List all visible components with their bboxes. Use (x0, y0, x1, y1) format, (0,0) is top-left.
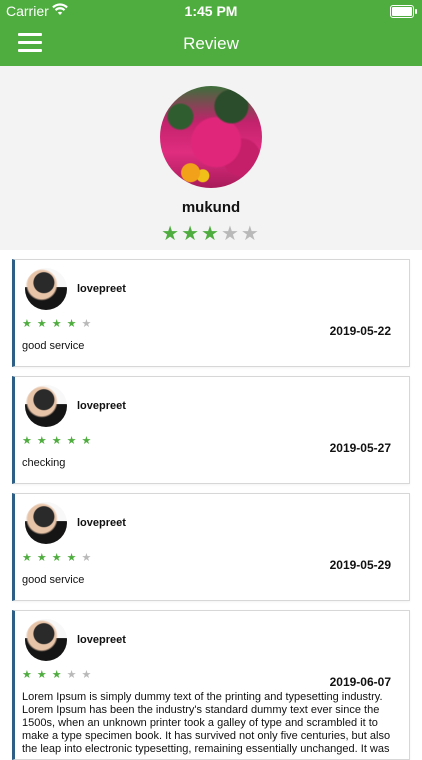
star-filled-icon: ★ (51, 435, 67, 447)
review-card[interactable]: lovepreet ★★★★★ 2019-06-07 Lorem Ipsum is s… (12, 610, 410, 760)
review-card[interactable]: lovepreet ★★★★★ 2019-05-27 checking (12, 376, 410, 484)
battery-icon (390, 5, 417, 18)
review-date: 2019-05-27 (329, 441, 391, 455)
reviewer-name: lovepreet (77, 283, 126, 295)
review-rating: ★★★★★ (22, 668, 96, 681)
app-header: Review (0, 22, 422, 66)
review-comment: good service (22, 340, 85, 352)
star-filled-icon: ★ (51, 318, 67, 330)
star-empty-icon: ★ (220, 223, 241, 245)
review-rating: ★★★★★ (22, 434, 96, 447)
star-empty-icon: ★ (66, 669, 82, 681)
profile-rating: ★★★★★ (0, 221, 422, 246)
reviewer-avatar (25, 619, 67, 661)
reviewer-avatar (25, 502, 67, 544)
star-filled-icon: ★ (51, 552, 67, 564)
star-empty-icon: ★ (81, 552, 97, 564)
star-empty-icon: ★ (240, 223, 261, 245)
star-filled-icon: ★ (66, 435, 82, 447)
star-filled-icon: ★ (51, 669, 67, 681)
review-rating: ★★★★★ (22, 551, 96, 564)
review-card[interactable]: lovepreet ★★★★★ 2019-05-22 good service (12, 259, 410, 367)
star-empty-icon: ★ (81, 318, 97, 330)
review-comment: Lorem Ipsum is simply dummy text of the … (22, 691, 391, 755)
review-date: 2019-06-07 (329, 675, 391, 689)
profile-section: mukund ★★★★★ (0, 66, 422, 250)
star-filled-icon: ★ (36, 552, 52, 564)
star-filled-icon: ★ (66, 552, 82, 564)
reviewer-avatar (25, 268, 67, 310)
star-filled-icon: ★ (36, 669, 52, 681)
status-bar: Carrier 1:45 PM (0, 0, 422, 22)
review-comment: good service (22, 574, 85, 586)
reviewer-avatar (25, 385, 67, 427)
star-filled-icon: ★ (22, 669, 37, 681)
star-filled-icon: ★ (161, 223, 182, 245)
reviewer-name: lovepreet (77, 517, 126, 529)
star-filled-icon: ★ (36, 435, 52, 447)
reviewer-name: lovepreet (77, 634, 126, 646)
star-filled-icon: ★ (22, 318, 37, 330)
star-filled-icon: ★ (22, 435, 37, 447)
profile-photo (160, 86, 262, 188)
star-filled-icon: ★ (22, 552, 37, 564)
clock: 1:45 PM (184, 3, 238, 19)
review-rating: ★★★★★ (22, 317, 96, 330)
review-card[interactable]: lovepreet ★★★★★ 2019-05-29 good service (12, 493, 410, 601)
star-filled-icon: ★ (36, 318, 52, 330)
star-filled-icon: ★ (66, 318, 82, 330)
star-filled-icon: ★ (201, 223, 221, 245)
star-empty-icon: ★ (81, 669, 97, 681)
review-comment: checking (22, 457, 66, 469)
page-title: Review (183, 34, 239, 53)
reviewer-name: lovepreet (77, 400, 126, 412)
profile-name: mukund (181, 199, 241, 216)
star-filled-icon: ★ (181, 223, 202, 245)
review-date: 2019-05-22 (329, 324, 391, 338)
star-filled-icon: ★ (81, 435, 97, 447)
review-date: 2019-05-29 (329, 558, 391, 572)
